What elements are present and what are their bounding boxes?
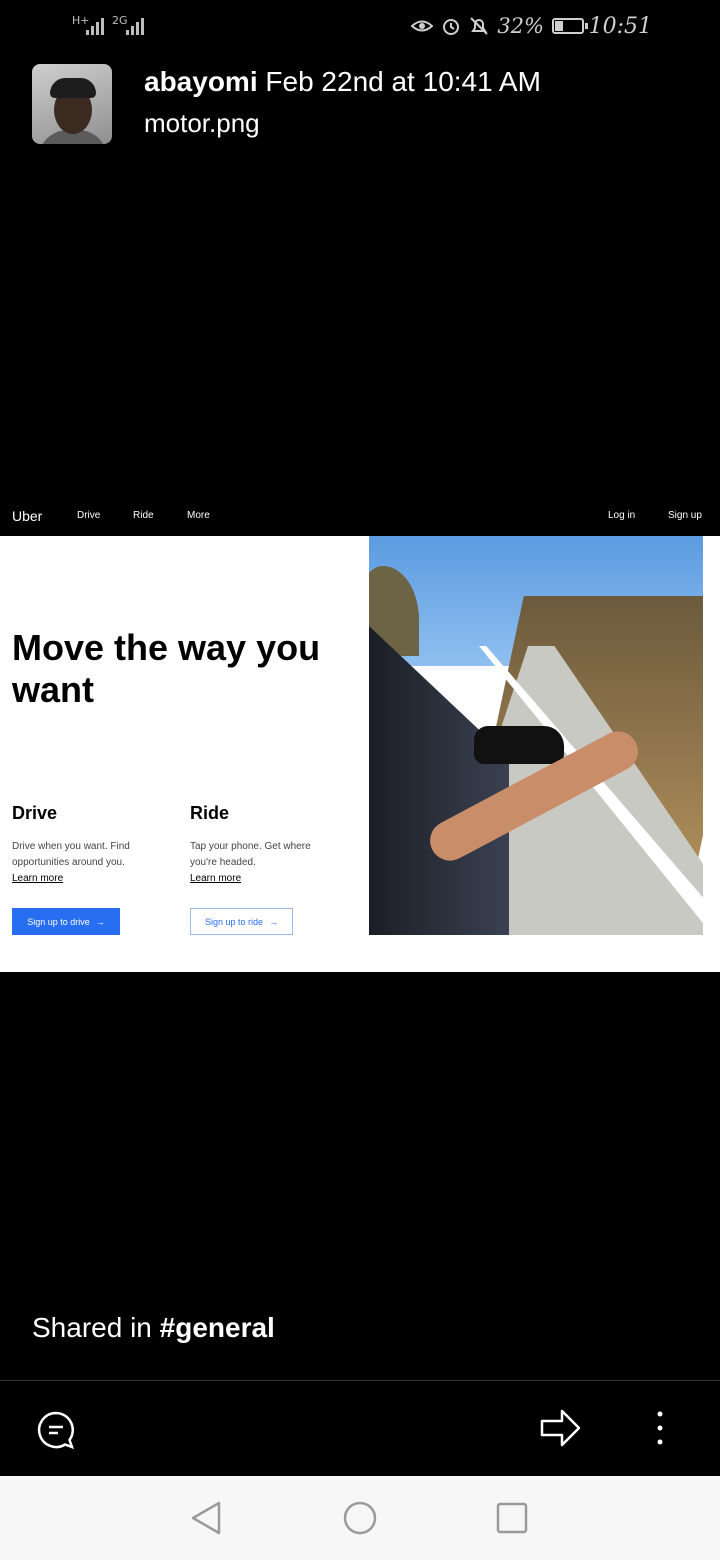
shared-image[interactable]: Uber Drive Ride More Log in Sign up Move… (0, 497, 720, 972)
drive-button-label: Sign up to drive (27, 916, 90, 927)
share-button[interactable] (538, 1406, 582, 1450)
sign-up-to-drive-button: Sign up to drive → (12, 908, 120, 935)
more-icon (657, 1411, 663, 1445)
status-bar: H+ 2G 32% 10:51 (0, 0, 720, 56)
arrow-right-icon: → (95, 916, 105, 927)
ride-body: Tap your phone. Get where you're headed. (190, 841, 311, 868)
ride-heading: Ride (190, 803, 230, 823)
signal-icon (86, 18, 104, 35)
bell-off-icon (470, 17, 489, 35)
eye-icon (411, 20, 434, 32)
ride-learn-more: Learn more (190, 873, 242, 884)
message-timestamp: Feb 22nd at 10:41 AM (265, 66, 541, 97)
drive-heading: Drive (12, 803, 58, 823)
nav-signup: Sign up (668, 510, 702, 521)
more-button[interactable] (648, 1408, 672, 1448)
share-icon (540, 1409, 581, 1447)
uber-nav: Uber Drive Ride More Log in Sign up (0, 497, 720, 536)
home-icon (343, 1501, 377, 1535)
comment-button[interactable] (36, 1410, 76, 1450)
recents-icon (496, 1502, 528, 1534)
avatar[interactable] (32, 64, 112, 144)
divider (0, 1380, 720, 1381)
comment-icon (37, 1411, 75, 1450)
arrow-right-icon: → (269, 916, 279, 927)
signal-icon (126, 18, 144, 35)
channel-link[interactable]: #general (160, 1312, 275, 1343)
nav-item-drive: Drive (77, 510, 101, 521)
back-icon (191, 1501, 221, 1535)
hero-photo (369, 536, 703, 935)
ride-button-label: Sign up to ride (204, 916, 264, 927)
sender-name[interactable]: abayomi (144, 66, 258, 97)
message-header: abayomi Feb 22nd at 10:41 AM (144, 66, 541, 98)
home-button[interactable] (330, 1476, 390, 1560)
android-nav-bar (0, 1476, 720, 1560)
shared-in-channel: Shared in #general (32, 1312, 275, 1344)
nav-item-ride: Ride (133, 510, 154, 521)
hero-title: Move the way you want (12, 627, 321, 710)
battery-icon (552, 18, 588, 34)
nav-item-more: More (187, 510, 210, 521)
back-button[interactable] (176, 1476, 236, 1560)
uber-logo: Uber (12, 508, 43, 524)
file-name: motor.png (144, 108, 260, 138)
shared-prefix: Shared in (32, 1312, 152, 1343)
battery-percent: 32% (497, 14, 544, 38)
sign-up-to-ride-button: Sign up to ride → (190, 908, 293, 935)
nav-login: Log in (608, 510, 636, 521)
drive-learn-more: Learn more (12, 873, 64, 884)
recents-button[interactable] (482, 1476, 542, 1560)
alarm-icon (443, 19, 460, 35)
clock: 10:51 (588, 14, 652, 39)
drive-body: Drive when you want. Find opportunities … (12, 841, 130, 868)
